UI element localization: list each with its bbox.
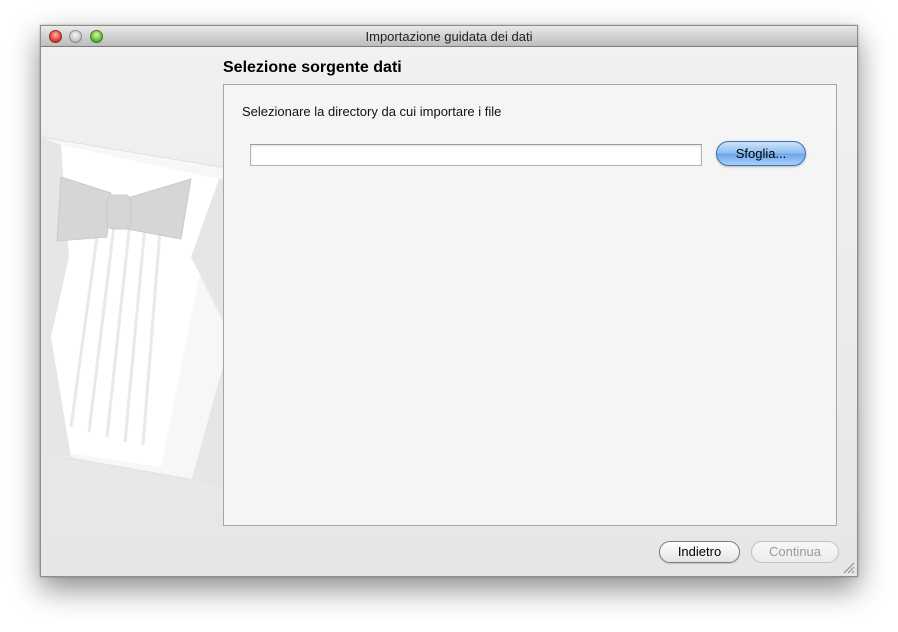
directory-input[interactable] <box>250 144 702 166</box>
continue-button[interactable]: Continua <box>751 541 839 563</box>
wizard-window: Importazione guidata dei dati Selezione … <box>40 25 858 577</box>
back-button[interactable]: Indietro <box>659 541 740 563</box>
section-title: Selezione sorgente dati <box>223 59 402 76</box>
title-bar[interactable]: Importazione guidata dei dati <box>41 26 857 47</box>
resize-grip-icon[interactable] <box>843 562 855 574</box>
instruction-label: Selezionare la directory da cui importar… <box>242 104 502 119</box>
window-title: Importazione guidata dei dati <box>365 29 533 44</box>
source-panel: Selezionare la directory da cui importar… <box>223 84 837 526</box>
wizard-content: Selezione sorgente dati Selezionare la d… <box>41 47 857 576</box>
browse-button[interactable]: Sfoglia... <box>716 141 806 166</box>
